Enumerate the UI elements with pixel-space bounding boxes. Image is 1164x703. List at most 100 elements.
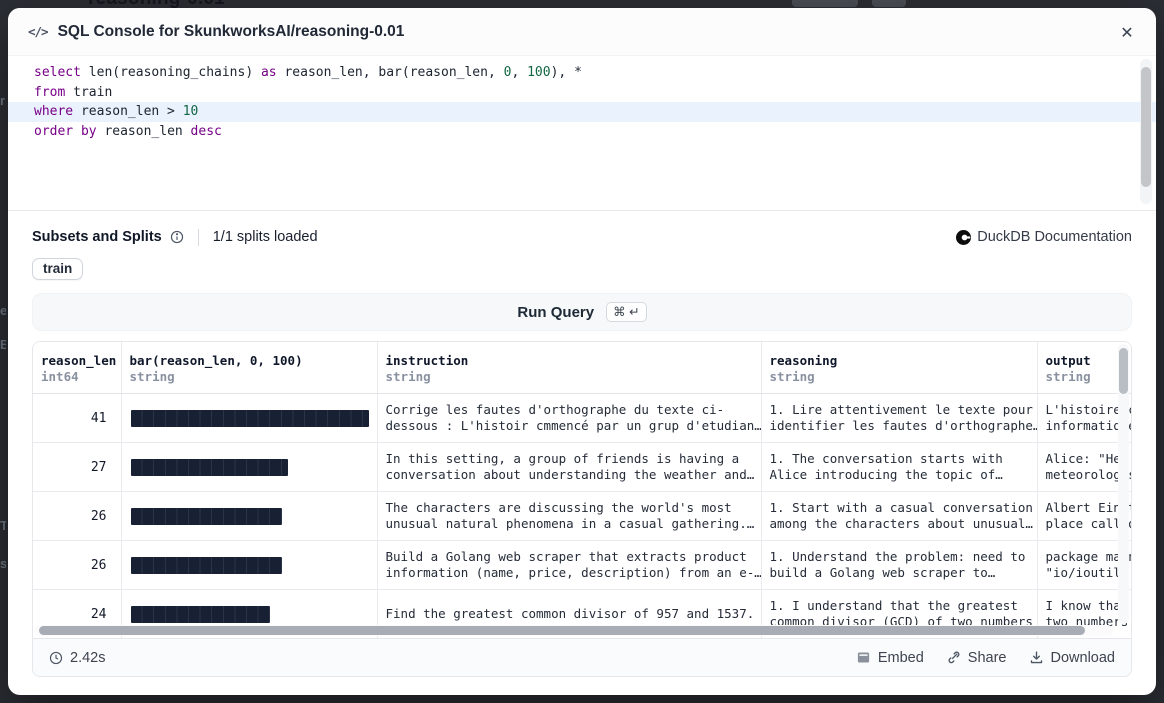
background-text-fragment: r (0, 93, 6, 108)
column-name: reason_len (41, 352, 113, 369)
column-type: string (386, 369, 753, 385)
query-duration: 2.42s (70, 650, 105, 666)
sql-token: desc (191, 124, 222, 139)
column-type: string (130, 369, 369, 385)
sql-line-4[interactable]: order by reason_len desc (8, 122, 1156, 142)
background-text-fragment: T (0, 518, 6, 533)
bar-glyph (131, 606, 270, 623)
cell-reasoning: 1. Start with a casual conversation amon… (761, 492, 1037, 541)
bar-glyph (131, 410, 369, 427)
cell-output: package main "io/ioutil" " (1037, 541, 1131, 590)
cell-bar (121, 492, 377, 541)
sql-token: reason_len, bar(reason_len, (277, 65, 504, 80)
table-row[interactable]: 26 Build a Golang web scraper that extrac… (33, 541, 1131, 590)
bar-glyph (131, 508, 282, 525)
background-button-fragment (872, 0, 906, 7)
sql-token: train (65, 85, 112, 100)
sql-token: 10 (183, 104, 199, 119)
results-table: reason_lenint64bar(reason_len, 0, 100)st… (33, 342, 1131, 638)
split-chip-train[interactable]: train (32, 258, 83, 280)
sql-token: where (34, 104, 73, 119)
results-table-viewport: reason_lenint64bar(reason_len, 0, 100)st… (33, 342, 1131, 638)
sql-token: 100 (527, 65, 550, 80)
sql-token: ), * (551, 65, 582, 80)
column-type: int64 (41, 369, 113, 385)
share-label: Share (968, 650, 1007, 666)
table-horizontal-scrollbar[interactable] (35, 625, 1113, 636)
splits-loaded-status: 1/1 splits loaded (213, 229, 318, 245)
bar-glyph (131, 459, 288, 476)
column-type: string (770, 369, 1029, 385)
background-text-fragment: e (0, 303, 6, 318)
sql-token: by (81, 124, 97, 139)
sql-token: reason_len (97, 124, 191, 139)
sql-code[interactable]: select len(reasoning_chains) as reason_l… (8, 56, 1156, 141)
bar-glyph (131, 557, 282, 574)
share-icon (946, 650, 961, 665)
table-row[interactable]: 27 In this setting, a group of friends is… (33, 443, 1131, 492)
embed-label: Embed (878, 650, 924, 666)
cell-reason-len: 27 (33, 443, 121, 492)
embed-icon (856, 650, 871, 665)
cell-instruction: In this setting, a group of friends is h… (377, 443, 761, 492)
table-header-row: reason_lenint64bar(reason_len, 0, 100)st… (33, 342, 1131, 394)
clock-icon (49, 651, 63, 665)
cell-output: Albert Einste place called (1037, 492, 1131, 541)
cell-output: Alice: "Hey g meteorologist (1037, 443, 1131, 492)
code-icon: </> (28, 24, 48, 39)
column-header-reasoning: reasoningstring (761, 342, 1037, 394)
cell-instruction: Corrige les fautes d'orthographe du text… (377, 394, 761, 443)
cell-instruction: The characters are discussing the world'… (377, 492, 761, 541)
modal-header: </> SQL Console for SkunkworksAI/reasoni… (8, 8, 1156, 56)
embed-button[interactable]: Embed (856, 650, 924, 666)
sql-token: reason_len > (73, 104, 183, 119)
download-button[interactable]: Download (1029, 650, 1116, 666)
table-row[interactable]: 26 The characters are discussing the worl… (33, 492, 1131, 541)
cell-reason-len: 41 (33, 394, 121, 443)
close-icon[interactable]: ✕ (1114, 20, 1140, 46)
cell-bar (121, 394, 377, 443)
results-panel: reason_lenint64bar(reason_len, 0, 100)st… (32, 341, 1132, 677)
table-row[interactable]: 41 Corrige les fautes d'orthographe du te… (33, 394, 1131, 443)
divider (198, 229, 199, 246)
results-footer: 2.42s Embed Share Download (33, 638, 1131, 676)
table-horizontal-scrollbar-thumb[interactable] (39, 626, 1085, 635)
column-header-instruction: instructionstring (377, 342, 761, 394)
share-button[interactable]: Share (946, 650, 1007, 666)
download-label: Download (1051, 650, 1116, 666)
subsets-row: Subsets and Splits 1/1 splits loaded Duc… (32, 225, 1132, 249)
column-type: string (1046, 369, 1125, 385)
cell-bar (121, 541, 377, 590)
cell-instruction: Build a Golang web scraper that extracts… (377, 541, 761, 590)
cell-reason-len: 26 (33, 492, 121, 541)
sql-token (73, 124, 81, 139)
run-query-button[interactable]: Run Query ⌘ ↵ (32, 293, 1132, 331)
sql-token: select (34, 65, 81, 80)
table-vertical-scrollbar[interactable] (1118, 344, 1129, 624)
duckdb-logo-icon (956, 230, 971, 245)
cell-reasoning: 1. Lire attentivement le texte pour iden… (761, 394, 1037, 443)
column-name: output (1046, 352, 1125, 369)
editor-scrollbar[interactable] (1140, 59, 1152, 204)
column-header-reason-len: reason_lenint64 (33, 342, 121, 394)
sql-line-1[interactable]: select len(reasoning_chains) as reason_l… (8, 63, 1156, 83)
editor-scrollbar-thumb[interactable] (1141, 67, 1151, 187)
modal-title: SQL Console for SkunkworksAI/reasoning-0… (58, 23, 405, 41)
column-name: instruction (386, 352, 753, 369)
table-vertical-scrollbar-thumb[interactable] (1119, 348, 1128, 394)
duckdb-documentation-label: DuckDB Documentation (977, 229, 1132, 245)
keyboard-shortcut-badge: ⌘ ↵ (606, 302, 646, 322)
sql-line-3[interactable]: where reason_len > 10 (8, 102, 1156, 122)
footer-actions: Embed Share Download (856, 650, 1115, 666)
sql-editor[interactable]: select len(reasoning_chains) as reason_l… (8, 56, 1156, 211)
background-button-fragment (792, 0, 858, 7)
info-icon[interactable] (170, 230, 184, 244)
duckdb-documentation-link[interactable]: DuckDB Documentation (956, 229, 1132, 245)
download-icon (1029, 650, 1044, 665)
cell-output: L'histoire co informatique (1037, 394, 1131, 443)
sql-line-2[interactable]: from train (8, 83, 1156, 103)
subsets-label: Subsets and Splits (32, 229, 162, 245)
cell-reasoning: 1. Understand the problem: need to build… (761, 541, 1037, 590)
cell-reason-len: 26 (33, 541, 121, 590)
sql-token: as (261, 65, 277, 80)
